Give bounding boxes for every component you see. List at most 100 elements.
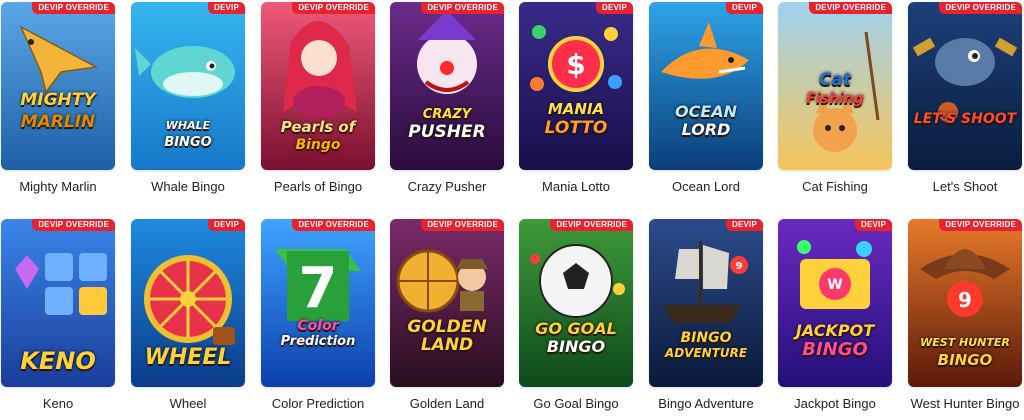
devip-badge: DEVIP <box>207 219 245 231</box>
game-logo-text: Bingo <box>295 137 341 153</box>
game-card[interactable]: DEVIP OVERRIDE LET'S SHOOT Let's Shoot <box>908 2 1022 194</box>
devip-badge: DEVIP OVERRIDE <box>809 2 892 14</box>
devip-badge: DEVIP OVERRIDE <box>550 219 633 231</box>
devip-badge: DEVIP <box>595 2 633 14</box>
soccer-ball-icon <box>519 219 633 387</box>
devip-badge: DEVIP OVERRIDE <box>421 219 504 231</box>
game-logo-text: MIGHTY <box>20 90 96 110</box>
devip-badge: DEVIP OVERRIDE <box>32 2 115 14</box>
shark-icon <box>649 2 763 170</box>
svg-text:7: 7 <box>299 256 338 321</box>
svg-text:9: 9 <box>736 261 743 272</box>
game-logo-text: WHEEL <box>144 345 232 370</box>
game-thumbnail[interactable]: DEVIP OVERRIDE LET'S SHOOT <box>908 2 1022 170</box>
devip-badge: DEVIP OVERRIDE <box>32 219 115 231</box>
game-logo-text: CRAZY <box>422 107 472 122</box>
game-logo-text: ADVENTURE <box>664 346 748 360</box>
bingo-balls-icon: W <box>778 219 892 387</box>
game-card[interactable]: DEVIP OVERRIDE GO GOAL BINGO Go Goal Bingo <box>519 219 633 411</box>
devip-badge: DEVIP <box>854 219 892 231</box>
game-title[interactable]: Mighty Marlin <box>1 179 115 194</box>
game-thumbnail[interactable]: DEVIP WHEEL <box>131 219 245 387</box>
number-seven-icon: 7 <box>261 219 375 387</box>
game-card[interactable]: DEVIP OVERRIDE KENO Keno <box>1 219 115 411</box>
game-title[interactable]: Bingo Adventure <box>649 396 763 411</box>
game-logo-text: BINGO <box>680 330 732 346</box>
game-logo-text: LET'S SHOOT <box>913 111 1017 127</box>
game-logo-text: LOTTO <box>544 118 608 138</box>
game-thumbnail[interactable]: $ DEVIP MANIA LOTTO <box>519 2 633 170</box>
svg-text:W: W <box>827 277 842 293</box>
game-logo-text: BINGO <box>546 337 606 356</box>
game-card[interactable]: 9 DEVIP OVERRIDE WEST HUNTER BINGO West Hunt… <box>908 219 1022 411</box>
game-card[interactable]: 9 DEVIP BINGO ADVENTURE Bingo Adventure <box>649 219 763 411</box>
game-logo-text: MANIA <box>547 100 605 118</box>
game-card[interactable]: DEVIP OVERRIDE Pearls of Bingo Pearls of Bi… <box>261 2 375 194</box>
marlin-fish-icon <box>1 2 115 170</box>
game-card[interactable]: DEVIP WHEEL Wheel <box>131 219 245 411</box>
game-card[interactable]: DEVIP OVERRIDE Cat Fishing Cat Fishing <box>778 2 892 194</box>
game-logo-text: Prediction <box>280 334 356 349</box>
game-logo-text: GOLDEN <box>407 317 487 337</box>
devip-badge: DEVIP <box>207 2 245 14</box>
game-title[interactable]: West Hunter Bingo <box>908 396 1022 411</box>
game-logo-text: WHALE <box>165 119 211 132</box>
game-card[interactable]: DEVIP OVERRIDE GOLDEN LAND Golden Land <box>390 219 504 411</box>
game-thumbnail[interactable]: DEVIP WHALE BINGO <box>131 2 245 170</box>
shark-cannon-icon <box>908 2 1022 170</box>
game-thumbnail[interactable]: DEVIP OVERRIDE GO GOAL BINGO <box>519 219 633 387</box>
game-card[interactable]: $ DEVIP MANIA LOTTO Mania Lotto <box>519 2 633 194</box>
game-thumbnail[interactable]: DEVIP OVERRIDE CRAZY PUSHER <box>390 2 504 170</box>
game-logo-text: Fishing <box>806 91 864 107</box>
game-thumbnail[interactable]: DEVIP OVERRIDE GOLDEN LAND <box>390 219 504 387</box>
game-thumbnail[interactable]: W DEVIP JACKPOT BINGO <box>778 219 892 387</box>
game-logo-text: BINGO <box>164 135 212 150</box>
game-thumbnail[interactable]: DEVIP OVERRIDE MIGHTY MARLIN <box>1 2 115 170</box>
game-logo-text: OCEAN <box>674 102 738 121</box>
game-title[interactable]: Whale Bingo <box>131 179 245 194</box>
game-title[interactable]: Color Prediction <box>261 396 375 411</box>
game-title[interactable]: Keno <box>1 396 115 411</box>
game-title[interactable]: Let's Shoot <box>908 179 1022 194</box>
game-card[interactable]: DEVIP OVERRIDE MIGHTY MARLIN Mighty Marlin <box>1 2 115 194</box>
game-title[interactable]: Ocean Lord <box>649 179 763 194</box>
game-title[interactable]: Cat Fishing <box>778 179 892 194</box>
game-logo-text: WEST HUNTER <box>920 336 1010 349</box>
game-logo-text: BINGO <box>937 351 993 369</box>
devip-badge: DEVIP <box>725 2 763 14</box>
game-title[interactable]: Go Goal Bingo <box>519 396 633 411</box>
game-title[interactable]: Wheel <box>131 396 245 411</box>
game-thumbnail[interactable]: 7 DEVIP OVERRIDE Color Prediction <box>261 219 375 387</box>
game-title[interactable]: Jackpot Bingo <box>778 396 892 411</box>
game-logo-text: Cat <box>818 70 852 90</box>
devip-badge: DEVIP OVERRIDE <box>939 219 1022 231</box>
game-card[interactable]: DEVIP OVERRIDE CRAZY PUSHER Crazy Pusher <box>390 2 504 194</box>
game-thumbnail[interactable]: DEVIP OVERRIDE Cat Fishing <box>778 2 892 170</box>
game-thumbnail[interactable]: DEVIP OVERRIDE Pearls of Bingo <box>261 2 375 170</box>
game-logo-text: Pearls of <box>280 118 356 136</box>
game-title[interactable]: Pearls of Bingo <box>261 179 375 194</box>
game-card[interactable]: DEVIP WHALE BINGO Whale Bingo <box>131 2 245 194</box>
game-logo-text: KENO <box>20 347 96 375</box>
game-card[interactable]: W DEVIP JACKPOT BINGO Jackpot Bingo <box>778 219 892 411</box>
devip-badge: DEVIP OVERRIDE <box>939 2 1022 14</box>
game-logo-text: BINGO <box>802 339 868 360</box>
game-logo-text: PUSHER <box>408 122 486 142</box>
game-logo-text: JACKPOT <box>795 321 875 340</box>
game-title[interactable]: Golden Land <box>390 396 504 411</box>
game-card[interactable]: 7 DEVIP OVERRIDE Color Prediction Color Pred… <box>261 219 375 411</box>
devip-badge: DEVIP OVERRIDE <box>421 2 504 14</box>
game-thumbnail[interactable]: DEVIP OVERRIDE KENO <box>1 219 115 387</box>
game-thumbnail[interactable]: DEVIP OCEAN LORD <box>649 2 763 170</box>
game-logo-text: MARLIN <box>20 112 96 132</box>
dollar-ball-icon: $ <box>519 2 633 170</box>
svg-text:$: $ <box>566 48 585 81</box>
game-title[interactable]: Mania Lotto <box>519 179 633 194</box>
clown-icon <box>390 2 504 170</box>
game-thumbnail[interactable]: 9 DEVIP OVERRIDE WEST HUNTER BINGO <box>908 219 1022 387</box>
game-logo-text: GO GOAL <box>535 319 617 338</box>
game-card[interactable]: DEVIP OCEAN LORD Ocean Lord <box>649 2 763 194</box>
pirate-ship-icon: 9 <box>649 219 763 387</box>
game-title[interactable]: Crazy Pusher <box>390 179 504 194</box>
game-thumbnail[interactable]: 9 DEVIP BINGO ADVENTURE <box>649 219 763 387</box>
